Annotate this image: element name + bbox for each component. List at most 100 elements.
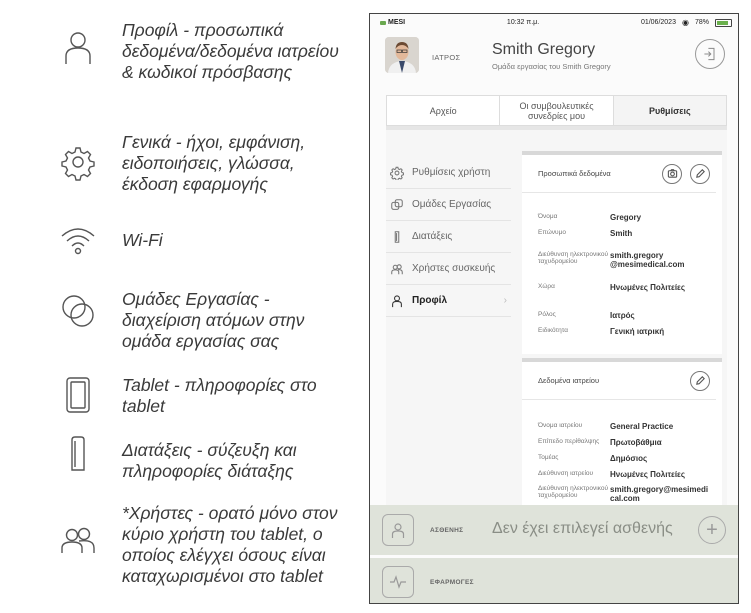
wifi-icon: ◉ xyxy=(681,18,689,27)
patient-bar: ΑΣΘΕΝΗΣ Δεν έχει επιλεγεί ασθενής + xyxy=(370,505,738,555)
legend-text: Προφίλ - προσωπικά δεδομένα/δεδομένα ιατ… xyxy=(122,20,339,82)
legend-text: *Χρήστες - ορατό μόνο στον κύριο χρήστη … xyxy=(122,503,338,586)
card-header: Προσωπικά δεδομένα xyxy=(522,155,716,193)
main-tabs: Αρχείο Οι συμβουλευτικές συνεδρίες μου Ρ… xyxy=(386,95,727,126)
field-label: Διεύθυνση ιατρείου xyxy=(538,470,594,477)
tab-consultations[interactable]: Οι συμβουλευτικές συνεδρίες μου xyxy=(500,96,614,125)
menu-item-label: Προφίλ xyxy=(412,295,448,306)
carrier: MESI xyxy=(380,19,405,26)
apps-button[interactable] xyxy=(382,566,414,598)
user-icon xyxy=(391,523,405,538)
field-value: Smith xyxy=(610,229,633,238)
chevron-right-icon: › xyxy=(503,295,507,306)
battery-icon xyxy=(714,18,732,27)
user-icon xyxy=(58,28,98,68)
field-role: Ρόλος Ιατρός xyxy=(538,311,720,320)
apps-bar: ΕΦΑΡΜΟΓΕΣ xyxy=(370,558,738,603)
field-label: Όνομα xyxy=(538,213,558,220)
menu-item-profile[interactable]: Προφίλ › xyxy=(386,285,511,317)
card-title: Προσωπικά δεδομένα xyxy=(538,169,611,178)
workgroups-icon xyxy=(58,291,98,331)
status-bar: MESI 10:32 π.μ. 01/06/2023 ◉ 78% xyxy=(370,14,738,31)
field-sector: Τομέας Δημόσιος xyxy=(538,454,720,463)
camera-button[interactable] xyxy=(662,163,682,184)
field-value: Πρωτοβάθμια xyxy=(610,438,662,447)
field-email: Διεύθυνση ηλεκτρονικού ταχυδρομείου smith… xyxy=(538,251,720,269)
menu-item-label: Χρήστες συσκευής xyxy=(412,263,496,274)
doctor-header: ΙΑΤΡΟΣ Smith Gregory Ομάδα εργασίας του … xyxy=(370,31,738,93)
status-date: 01/06/2023 xyxy=(640,19,676,26)
legend-text: Διατάξεις - σύζευξη και πληροφορίες διάτ… xyxy=(122,440,297,481)
tablet-screen: MESI 10:32 π.μ. 01/06/2023 ◉ 78% ΙΑΤΡΟΣ … xyxy=(369,13,739,604)
camera-icon xyxy=(667,169,677,178)
field-label: Ειδικότητα xyxy=(538,327,568,334)
tablet-icon xyxy=(58,375,98,415)
edit-button[interactable] xyxy=(690,370,710,391)
menu-item-label: Ομάδες Εργασίας xyxy=(412,199,492,210)
users-icon xyxy=(391,263,403,274)
personal-data-card: Προσωπικά δεδομένα Όνομα Gregory Επώνυμο S… xyxy=(522,151,722,354)
menu-item-user-settings[interactable]: Ρυθμίσεις χρήστη xyxy=(386,157,511,189)
select-patient-button[interactable] xyxy=(382,514,414,546)
wifi-icon xyxy=(58,220,98,260)
ecg-icon xyxy=(390,575,406,589)
legend-text: Γενικά - ήχοι, εμφάνιση, ειδοποιήσεις, γ… xyxy=(122,132,306,194)
battery-percent: 78% xyxy=(694,19,709,26)
device-icon xyxy=(394,230,400,243)
field-first-name: Όνομα Gregory xyxy=(538,213,720,222)
menu-item-label: Ρυθμίσεις χρήστη xyxy=(412,167,491,178)
field-label: Επώνυμο xyxy=(538,229,566,236)
logout-button[interactable] xyxy=(695,39,725,69)
field-label: Διεύθυνση ηλεκτρονικού ταχυδρομείου xyxy=(538,251,609,265)
field-label: Ρόλος xyxy=(538,311,556,318)
logout-icon xyxy=(704,47,715,61)
field-care-level: Επίπεδο περίθαλψης Πρωτοβάθμια xyxy=(538,438,720,447)
field-value: Ηνωμένες Πολιτείες xyxy=(610,283,685,292)
field-office-email: Διεύθυνση ηλεκτρονικού ταχυδρομείου smith… xyxy=(538,485,720,503)
field-country: Χώρα Ηνωμένες Πολιτείες xyxy=(538,283,720,292)
carrier-label: MESI xyxy=(388,19,406,26)
menu-item-devices[interactable]: Διατάξεις xyxy=(386,221,511,253)
status-time: 10:32 π.μ. xyxy=(506,19,540,26)
field-label: Όνομα ιατρείου xyxy=(538,422,583,429)
field-office-name: Όνομα ιατρείου General Practice xyxy=(538,422,720,431)
workgroups-icon xyxy=(391,198,403,210)
menu-item-label: Διατάξεις xyxy=(412,231,453,242)
device-icon xyxy=(58,434,98,474)
tab-settings[interactable]: Ρυθμίσεις xyxy=(613,96,726,125)
add-patient-button[interactable]: + xyxy=(698,516,726,544)
card-header: Δεδομένα ιατρείου xyxy=(522,362,716,400)
field-office-address: Διεύθυνση ιατρείου Ηνωμένες Πολιτείες xyxy=(538,470,720,479)
field-value: Γενική ιατρική xyxy=(610,327,665,336)
doctor-role: ΙΑΤΡΟΣ xyxy=(432,53,461,62)
legend-text: Tablet - πληροφορίες στο tablet xyxy=(122,375,317,416)
gear-icon xyxy=(58,142,98,182)
field-last-name: Επώνυμο Smith xyxy=(538,229,720,238)
field-value: Gregory xyxy=(610,213,642,222)
field-value: Δημόσιος xyxy=(610,454,648,463)
field-specialty: Ειδικότητα Γενική ιατρική xyxy=(538,327,720,336)
menu-item-workgroups[interactable]: Ομάδες Εργασίας xyxy=(386,189,511,221)
card-title: Δεδομένα ιατρείου xyxy=(538,376,600,385)
pencil-icon xyxy=(695,376,705,385)
pencil-icon xyxy=(695,169,705,178)
patient-label: ΑΣΘΕΝΗΣ xyxy=(430,527,464,534)
field-label: Επίπεδο περίθαλψης xyxy=(538,438,600,445)
avatar xyxy=(385,37,419,73)
gear-icon xyxy=(390,166,404,180)
menu-item-device-users[interactable]: Χρήστες συσκευής xyxy=(386,253,511,285)
office-data-card: Δεδομένα ιατρείου Όνομα ιατρείου General … xyxy=(522,358,722,505)
field-label: Τομέας xyxy=(538,454,559,461)
edit-button[interactable] xyxy=(690,163,710,184)
card-actions xyxy=(662,163,710,184)
status-right: 01/06/2023 ◉ 78% xyxy=(641,18,732,27)
card-actions xyxy=(690,370,710,391)
plus-icon: + xyxy=(706,519,718,541)
field-label: Διεύθυνση ηλεκτρονικού ταχυδρομείου xyxy=(538,485,609,499)
field-label: Χώρα xyxy=(538,283,555,290)
field-value: Ηνωμένες Πολιτείες xyxy=(610,470,685,479)
legend-text: Ομάδες Εργασίας - διαχείριση ατόμων στην… xyxy=(122,289,305,351)
doctor-name: Smith Gregory xyxy=(492,41,596,58)
tab-archive[interactable]: Αρχείο xyxy=(387,96,501,125)
field-value: smith.gregory@mesimedi cal.com xyxy=(610,485,709,503)
